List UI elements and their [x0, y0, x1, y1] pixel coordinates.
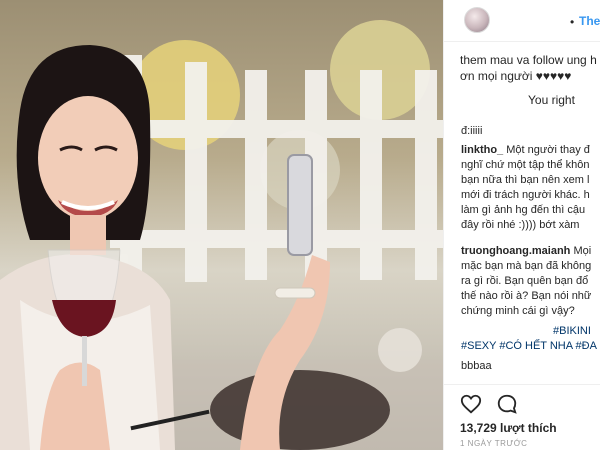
- comment-text: bbbaa: [461, 360, 492, 372]
- comment-text: nghĩ chứ một tập thể khôn: [461, 159, 590, 171]
- comment-text: đây rồi nhé :)))) bớt xàm: [461, 219, 580, 231]
- post-header: • Theo dõi: [444, 0, 600, 42]
- post-sidebar: • Theo dõi them mau va follow ung h ơn m…: [443, 0, 600, 450]
- post-caption: them mau va follow ung h ơn mọi người ♥♥…: [460, 52, 600, 108]
- comment-text: đ:iiiii: [461, 125, 483, 137]
- hashtag-link[interactable]: #BIKINI: [461, 324, 600, 339]
- comment-text: thế nào rồi à? Bạn nói nhữ: [461, 290, 592, 302]
- comment-text: mới đi trách người khác. h: [461, 189, 590, 201]
- comment-item: bbbaa: [461, 359, 600, 374]
- post-photo[interactable]: [0, 0, 443, 450]
- comment-text: chứng minh cái gì vậy?: [461, 305, 575, 317]
- comment-text: mặc bạn mà bạn đã không: [461, 260, 592, 272]
- post-timestamp[interactable]: 1 NGÀY TRƯỚC: [460, 439, 527, 448]
- comment-username[interactable]: linktho_: [461, 144, 503, 156]
- comment-item: đ:iiiii: [461, 124, 600, 139]
- follow-button[interactable]: Theo dõi: [579, 14, 600, 28]
- comment-text: Mọi: [573, 245, 592, 257]
- comment-item: linktho_ Một người thay đ nghĩ chứ một t…: [461, 143, 600, 233]
- comment-text: bạn nữa thì bạn nên xem l: [461, 174, 590, 186]
- comment-text: Một người thay đ: [506, 144, 590, 156]
- caption-line: ơn mọi người ♥♥♥♥♥: [460, 69, 572, 83]
- heart-icon[interactable]: [460, 393, 482, 415]
- hashtag-link[interactable]: #SEXY #CÓ HẾT NHA #ĐA: [461, 339, 600, 354]
- likes-count[interactable]: 13,729 lượt thích: [460, 421, 557, 435]
- avatar[interactable]: [464, 7, 490, 33]
- comment-item: #BIKINI #SEXY #CÓ HẾT NHA #ĐA: [461, 324, 600, 354]
- comment-icon[interactable]: [496, 393, 518, 415]
- caption-line: You right: [528, 93, 575, 107]
- post-actions: 13,729 lượt thích 1 NGÀY TRƯỚC: [444, 384, 600, 450]
- comment-username[interactable]: truonghoang.maianh: [461, 245, 570, 257]
- photo-illustration: [0, 20, 443, 450]
- comment-text: ra gì rồi. Bạn quên bạn đổ: [461, 275, 589, 287]
- separator-dot: •: [570, 15, 575, 29]
- comment-text: làm gì ảnh hg đến thì cậu: [461, 204, 586, 216]
- caption-line: them mau va follow ung h: [460, 53, 597, 67]
- comment-item: truonghoang.maianh Mọi mặc bạn mà bạn đã…: [461, 244, 600, 319]
